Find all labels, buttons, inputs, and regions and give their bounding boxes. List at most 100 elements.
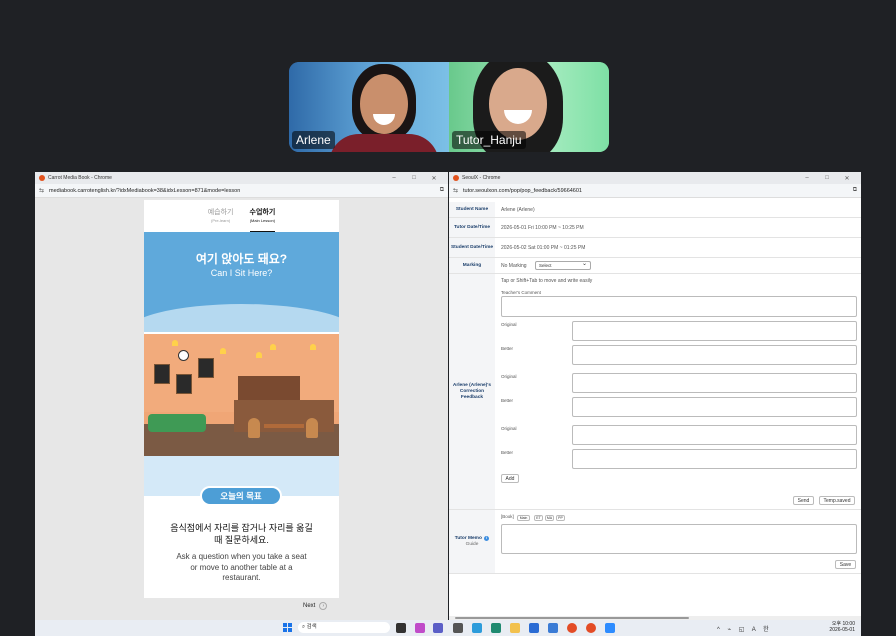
translate-icon[interactable]: ⧉	[440, 187, 444, 194]
search-placeholder: 검색	[306, 624, 317, 630]
address-bar[interactable]: ⇆ mediabook.carrotenglish.kr/?idxMediabo…	[35, 184, 448, 198]
clock-date: 2026-05-01	[829, 627, 855, 633]
chrome-icon[interactable]	[586, 623, 596, 633]
row-tutor-datetime: Tutor Date/Time 2026-05-01 Fri 10:00 PM …	[449, 218, 861, 238]
temp-saved-button[interactable]: Temp.saved	[819, 496, 855, 505]
cafe-table	[264, 424, 304, 428]
close-icon[interactable]: ✕	[837, 175, 857, 182]
lesson-title-korean: 여기 앉아도 돼요?	[195, 252, 288, 266]
photos-icon[interactable]	[548, 623, 558, 633]
row-marking: Marking No Marking Select	[449, 258, 861, 274]
task-view-icon[interactable]	[396, 623, 406, 633]
video-tile-tutor: Tutor_Hanju	[449, 62, 609, 152]
original-textarea[interactable]	[572, 373, 857, 393]
window-title: SeoulX - Chrome	[462, 175, 501, 181]
feedback-window: SeoulX - Chrome – □ ✕ ⇆ tutor.seoulxon.c…	[449, 172, 861, 620]
lamp-icon	[310, 344, 316, 350]
lamp-icon	[172, 340, 178, 346]
original-textarea[interactable]	[572, 425, 857, 445]
student-face	[360, 74, 408, 134]
video-tile-student: Arlene	[289, 62, 449, 152]
copilot-icon[interactable]	[415, 623, 425, 633]
row-correction-feedback: Arlene (Arlene)'s Correction Feedback Ta…	[449, 274, 861, 510]
teams-icon[interactable]	[433, 623, 443, 633]
memo-chip[interactable]: ET	[534, 515, 543, 521]
site-info-icon[interactable]: ⇆	[39, 187, 44, 194]
maximize-icon[interactable]: □	[817, 175, 837, 181]
address-bar[interactable]: ⇆ tutor.seoulxon.com/pop/pop_feedback/59…	[449, 184, 861, 198]
taskbar: ⌕ 검색 ^ ⌁ ◱ A 한 오후 10:00 2026-05-01	[35, 620, 861, 636]
translate-icon[interactable]: ⧉	[853, 187, 857, 194]
feedback-hint: Tap or Shift+Tab to move and write easil…	[501, 278, 593, 284]
guide-link[interactable]: Guide	[466, 542, 479, 547]
add-button[interactable]: Add	[501, 474, 519, 483]
student-name-value: Arlene (Arlene)	[501, 207, 535, 213]
row-student-name: Student Name Arlene (Arlene)	[449, 202, 861, 218]
better-textarea[interactable]	[572, 345, 857, 365]
field-label: Student Name	[449, 202, 495, 217]
maximize-icon[interactable]: □	[404, 175, 424, 181]
tab-pre-learn[interactable]: 예습하기 (Pre-learn)	[208, 207, 234, 232]
clock[interactable]: 오후 10:00 2026-05-01	[829, 621, 855, 633]
close-icon[interactable]: ✕	[424, 175, 444, 182]
marking-select[interactable]: Select	[535, 260, 591, 270]
row-tutor-memo: Tutor Memo i Guide [Book] Main ET MA PP …	[449, 510, 861, 574]
lesson-title-english: Can I Sit Here?	[210, 268, 273, 278]
lesson-tabs: 예습하기 (Pre-learn) 수업하기 (Main Lesson)	[144, 200, 339, 232]
tutor-memo-textarea[interactable]	[501, 524, 857, 554]
lesson-title-banner: 여기 앉아도 돼요? Can I Sit Here?	[144, 232, 339, 332]
original-label: Original	[501, 322, 517, 327]
better-textarea[interactable]	[572, 397, 857, 417]
url-text[interactable]: mediabook.carrotenglish.kr/?idxMediabook…	[49, 188, 440, 194]
tab-sublabel: (Main Lesson)	[249, 218, 276, 223]
feedback-form: Student Name Arlene (Arlene) Tutor Date/…	[449, 198, 861, 620]
sofa	[148, 414, 206, 432]
lesson-goal: 오늘의 목표 음식점에서 자리를 잡거나 자리를 옮길 때 질문하세요. Ask…	[144, 456, 339, 598]
edge-icon[interactable]	[472, 623, 482, 633]
field-label: Marking	[449, 258, 495, 273]
scrollbar-thumb[interactable]	[455, 617, 689, 619]
next-label: Next	[303, 603, 316, 609]
field-label: Tutor Date/Time	[449, 218, 495, 237]
file-explorer-icon[interactable]	[510, 623, 520, 633]
lamp-icon	[270, 344, 276, 350]
zoom-icon[interactable]	[605, 623, 615, 633]
minimize-icon[interactable]: –	[797, 175, 817, 181]
cafe-illustration	[144, 332, 339, 456]
minimize-icon[interactable]: –	[384, 175, 404, 181]
better-textarea[interactable]	[572, 449, 857, 469]
app-icon[interactable]	[491, 623, 501, 633]
next-button[interactable]: Next ›	[303, 602, 328, 610]
tab-sublabel: (Pre-learn)	[211, 218, 231, 223]
chevron-right-icon: ›	[319, 602, 328, 610]
better-label: Better	[501, 346, 514, 351]
memo-chip[interactable]: MA	[545, 515, 554, 521]
send-button[interactable]: Send	[793, 496, 814, 505]
system-tray-icons[interactable]: ^ ⌁ ◱ A 한	[717, 624, 772, 633]
chair	[306, 418, 318, 438]
info-icon[interactable]: i	[484, 535, 490, 541]
tutor-datetime-value: 2026-05-01 Fri 10:00 PM ~ 10:25 PM	[501, 225, 584, 231]
teacher-comment-textarea[interactable]	[501, 296, 857, 317]
tutor-face	[489, 68, 547, 140]
chrome-icon	[453, 175, 459, 181]
url-text[interactable]: tutor.seoulxon.com/pop/pop_feedback/5966…	[463, 188, 853, 194]
feedback-label-text: Arlene (Arlene)'s Correction Feedback	[452, 382, 492, 400]
windows-start-icon[interactable]	[283, 623, 292, 632]
save-button[interactable]: Save	[835, 560, 856, 569]
clock-icon	[178, 350, 189, 361]
shelf	[238, 376, 300, 400]
lesson-book: 예습하기 (Pre-learn) 수업하기 (Main Lesson) 여기 앉…	[144, 200, 339, 598]
banner-wave	[144, 304, 339, 332]
site-info-icon[interactable]: ⇆	[453, 187, 458, 194]
memo-chip[interactable]: PP	[556, 515, 565, 521]
better-label: Better	[501, 450, 514, 455]
tab-main-lesson[interactable]: 수업하기 (Main Lesson)	[249, 207, 276, 232]
lamp-icon	[256, 352, 262, 358]
store-icon[interactable]	[529, 623, 539, 633]
chrome-icon[interactable]	[567, 623, 577, 633]
taskbar-search-input[interactable]: ⌕ 검색	[298, 622, 390, 633]
memo-chip[interactable]: Main	[517, 515, 530, 521]
settings-icon[interactable]	[453, 623, 463, 633]
original-textarea[interactable]	[572, 321, 857, 341]
